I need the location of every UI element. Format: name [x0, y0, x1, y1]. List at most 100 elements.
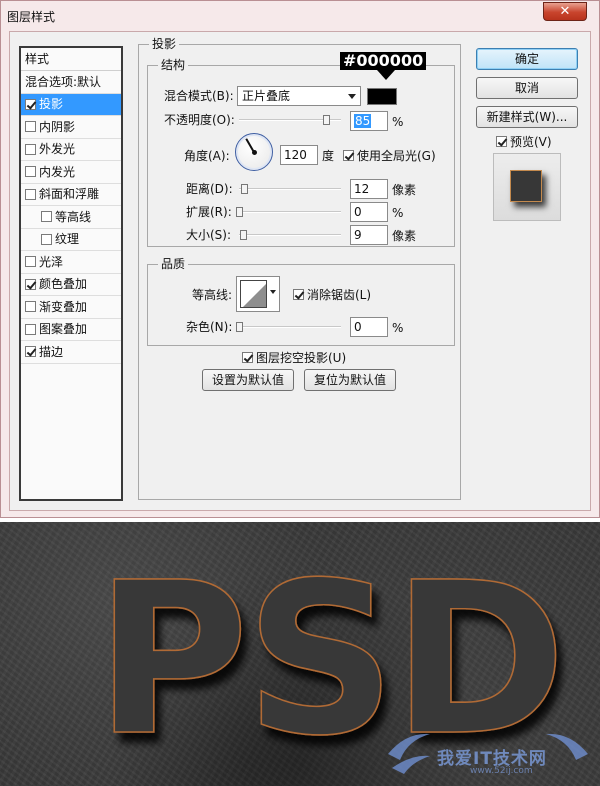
chevron-down-icon [348, 94, 356, 99]
global-light-checkbox[interactable]: 使用全局光(G) [343, 147, 436, 164]
distance-input[interactable]: 12 [350, 179, 388, 199]
spread-label: 扩展(R): [186, 205, 232, 219]
contour-label: 等高线: [192, 288, 233, 302]
close-button[interactable]: ✕ [543, 2, 587, 21]
noise-slider-track [239, 326, 341, 328]
style-list-item[interactable]: 颜色叠加 [21, 274, 121, 296]
cancel-button[interactable]: 取消 [476, 77, 578, 99]
window-title: 图层样式 [7, 10, 56, 24]
angle-input[interactable]: 120 [280, 145, 318, 165]
style-list-item[interactable]: 投影 [21, 93, 121, 116]
style-list-item[interactable]: 外发光 [21, 139, 121, 161]
style-list-item[interactable]: 光泽 [21, 251, 121, 274]
noise-slider[interactable] [236, 322, 341, 332]
style-checkbox-icon[interactable] [25, 188, 36, 200]
style-checkbox-icon[interactable] [25, 301, 36, 313]
style-checkbox-icon[interactable] [41, 211, 52, 223]
structure-group: 结构 混合模式(B): 正片叠底 不透明度(O): 85 % 角度(A): 12… [147, 58, 455, 247]
structure-group-title: 结构 [158, 58, 189, 72]
style-checkbox-icon[interactable] [25, 98, 36, 110]
quality-group-title: 品质 [158, 257, 189, 271]
size-input[interactable]: 9 [350, 225, 388, 245]
style-checkbox-icon[interactable] [25, 346, 36, 358]
ok-button[interactable]: 确定 [476, 48, 578, 70]
style-list-item-label: 投影 [39, 97, 64, 112]
opacity-value: 85 [354, 114, 372, 128]
contour-picker[interactable] [236, 276, 280, 312]
style-list-item[interactable]: 混合选项:默认 [21, 71, 121, 94]
style-checkbox-icon[interactable] [25, 166, 36, 178]
reset-default-button[interactable]: 复位为默认值 [304, 369, 396, 391]
style-list-item[interactable]: 斜面和浮雕 [21, 184, 121, 206]
noise-value: 0 [354, 320, 362, 334]
spread-input[interactable]: 0 [350, 202, 388, 222]
style-checkbox-icon[interactable] [25, 143, 36, 155]
styles-list-header[interactable]: 样式 [21, 48, 121, 71]
style-checkbox-icon[interactable] [25, 121, 36, 133]
style-list-item[interactable]: 渐变叠加 [21, 296, 121, 319]
styles-list-items: 混合选项:默认投影内阴影 外发光内发光斜面和浮雕等高线 纹理 光泽 颜色叠加渐变叠加图案… [21, 71, 121, 364]
preview-thumbnail [510, 170, 542, 202]
preview-check-icon[interactable] [496, 136, 507, 147]
annotation-pointer-icon [377, 70, 395, 80]
style-list-item[interactable]: 描边 [21, 341, 121, 364]
preview-checkbox[interactable]: 预览(V) [496, 133, 552, 150]
drop-shadow-group-title: 投影 [149, 37, 180, 51]
spread-slider-track [239, 211, 341, 213]
dialog-client-area: 样式 混合选项:默认 投影 内阴影 外发光 内发光 斜面和浮雕 等高线 纹理 光泽 颜色叠加 渐变叠… [9, 31, 591, 511]
noise-input[interactable]: 0 [350, 317, 388, 337]
knockout-check-icon[interactable] [242, 352, 253, 363]
antialias-checkbox[interactable]: 消除锯齿(L) [293, 286, 371, 303]
style-list-item[interactable]: 内发光 [21, 161, 121, 184]
color-hex-annotation: #000000 [340, 52, 427, 70]
size-unit: 像素 [392, 229, 417, 243]
knockout-checkbox[interactable]: 图层挖空投影(U) [242, 349, 346, 366]
contour-curve-icon [240, 280, 267, 308]
blend-mode-value: 正片叠底 [242, 89, 291, 103]
style-list-item[interactable]: 纹理 [21, 229, 121, 251]
distance-slider[interactable] [239, 184, 341, 194]
global-light-label: 使用全局光(G) [357, 149, 436, 163]
opacity-slider-thumb[interactable] [322, 115, 330, 125]
angle-value: 120 [284, 148, 307, 162]
spread-slider[interactable] [236, 207, 341, 217]
chevron-down-icon[interactable] [270, 290, 276, 294]
watermark-url: www.52ij.com [470, 766, 533, 776]
style-list-item-label: 内发光 [39, 164, 76, 179]
distance-label: 距离(D): [186, 182, 233, 196]
style-list-item-label: 图案叠加 [39, 322, 88, 337]
spread-value: 0 [354, 205, 362, 219]
make-default-button[interactable]: 设置为默认值 [202, 369, 294, 391]
style-list-item[interactable]: 图案叠加 [21, 319, 121, 341]
style-checkbox-icon[interactable] [25, 278, 36, 290]
distance-slider-track [239, 188, 341, 190]
angle-label: 角度(A): [184, 149, 230, 163]
opacity-slider[interactable] [239, 115, 341, 125]
opacity-input[interactable]: 85 [350, 111, 388, 131]
distance-value: 12 [354, 182, 370, 196]
title-bar[interactable]: 图层样式 ✕ [1, 1, 599, 31]
preview-label: 预览(V) [510, 135, 552, 149]
style-list-item-label: 斜面和浮雕 [39, 187, 100, 202]
shadow-color-swatch[interactable] [367, 88, 397, 105]
global-light-check-icon[interactable] [343, 150, 354, 161]
size-slider[interactable] [239, 230, 341, 240]
angle-dial[interactable] [235, 133, 273, 171]
noise-slider-thumb[interactable] [236, 322, 243, 332]
antialias-check-icon[interactable] [293, 289, 304, 300]
style-list-item-label: 描边 [39, 344, 64, 359]
style-checkbox-icon[interactable] [25, 323, 36, 335]
blend-mode-select[interactable]: 正片叠底 [237, 86, 361, 106]
distance-slider-thumb[interactable] [241, 184, 249, 194]
size-value: 9 [354, 228, 362, 242]
spread-slider-thumb[interactable] [236, 207, 243, 217]
new-style-button[interactable]: 新建样式(W)... [476, 106, 578, 128]
style-list-item[interactable]: 等高线 [21, 206, 121, 229]
quality-group: 品质 等高线: 消除锯齿(L) 杂色(N): 0 % [147, 257, 455, 346]
style-checkbox-icon[interactable] [25, 256, 36, 268]
style-list-item[interactable]: 内阴影 [21, 116, 121, 139]
style-checkbox-icon[interactable] [41, 233, 52, 245]
style-list-item-label: 混合选项:默认 [25, 74, 102, 89]
size-slider-thumb[interactable] [240, 230, 248, 240]
style-list-item-label: 渐变叠加 [39, 299, 88, 314]
